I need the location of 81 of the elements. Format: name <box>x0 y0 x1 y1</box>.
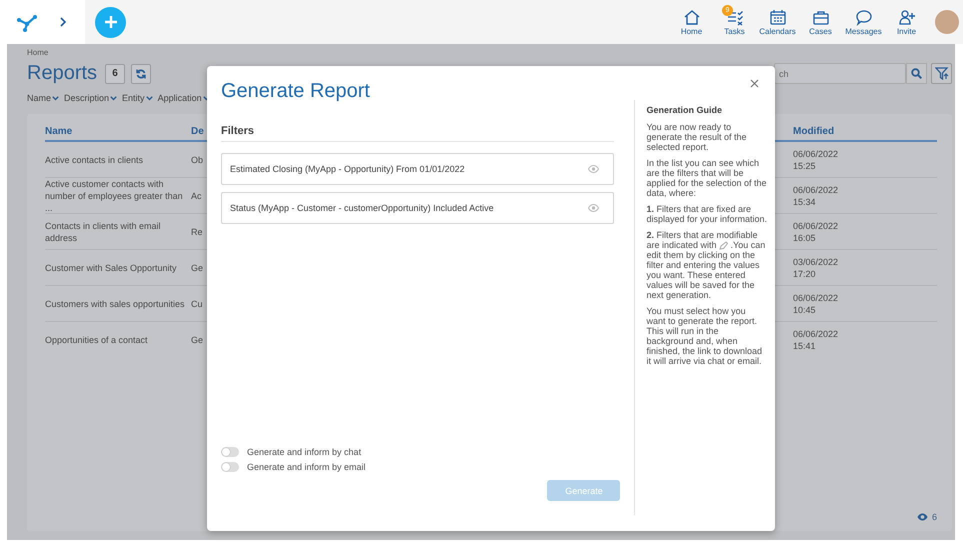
filter-button[interactable] <box>931 63 952 84</box>
table-cell-text: Cu <box>191 298 204 310</box>
section-heading: Filters <box>221 125 614 142</box>
table-cell-text: 10:45 <box>793 304 817 316</box>
refresh-icon <box>136 68 146 78</box>
chevron-down-icon <box>52 96 60 100</box>
toggle-label: Generate and inform by email <box>247 462 366 472</box>
chevron-right-icon[interactable] <box>60 17 66 27</box>
toggle-label: Generate and inform by chat <box>247 447 362 457</box>
table-cell-text: 17:20 <box>793 268 817 280</box>
table-cell-text: Opportunities of a contact <box>45 334 149 346</box>
avatar[interactable] <box>935 10 959 34</box>
table-cell-text: Customers with sales opportunities <box>45 298 186 310</box>
nav-button[interactable]: Home <box>671 8 712 36</box>
table-cell-text: 16:05 <box>793 232 817 244</box>
filter-text: Estimated Closing (MyApp - Opportunity) From 01/01/2022 <box>230 164 465 174</box>
guide-text: 1. Filters that are fixed are displayed for your information. <box>646 204 767 224</box>
home-icon <box>682 8 700 26</box>
add-button[interactable] <box>95 6 126 38</box>
nav-button[interactable]: Calendars <box>757 8 798 36</box>
filter-icon <box>934 67 948 80</box>
sort-field-button[interactable]: Name <box>27 93 60 103</box>
table-cell-text: 15:25 <box>793 160 817 172</box>
table-cell-text: Ac <box>191 190 203 202</box>
guide-text: You must select how you want to generate the report. This will run in the background and, when finished, the link to download it will arrive via chat or email. <box>646 306 764 366</box>
checklist-icon <box>726 8 744 26</box>
table-cell-text: 06/06/2022 <box>793 184 840 196</box>
breadcrumb-link[interactable]: Home <box>27 48 48 57</box>
table-cell-text: Ge <box>191 262 204 274</box>
nav-button[interactable]: Messages <box>843 8 884 36</box>
nav-button[interactable]: Invite <box>886 8 927 36</box>
table-cell-text: Active customer contacts with number of employees greater than ... <box>45 178 184 214</box>
column-header[interactable]: Modified <box>793 126 937 137</box>
sort-field-button[interactable]: Description <box>64 93 118 103</box>
table-cell-text: Ge <box>191 334 204 346</box>
column-header[interactable]: Name <box>45 126 191 137</box>
search-button[interactable] <box>906 63 927 84</box>
table-cell-text: 15:41 <box>793 340 817 352</box>
table-cell-text: 06/06/2022 <box>793 148 840 160</box>
eye-icon <box>588 165 600 173</box>
guide-text: In the list you can see which are the filters that will be applied for the selection of the data, where: <box>646 158 767 198</box>
search-field[interactable]: ch <box>774 63 906 84</box>
guide-heading: Generation Guide <box>646 105 722 115</box>
toggle-switch[interactable] <box>221 462 239 472</box>
table-cell-text: 06/06/2022 <box>793 220 840 232</box>
table-cell-text: 06/06/2022 <box>793 292 840 304</box>
eye-icon <box>588 204 600 212</box>
plus-icon <box>104 15 118 29</box>
page-title: Reports <box>27 62 98 85</box>
search-icon <box>911 68 922 79</box>
chevron-down-icon <box>110 96 118 100</box>
table-cell-text: 06/06/2022 <box>793 328 840 340</box>
table-cell-text: Ob <box>191 154 204 166</box>
filter-field[interactable]: Estimated Closing (MyApp - Opportunity) From 01/01/2022 <box>221 153 614 185</box>
guide-text: You are now ready to generate the result of the selected report. <box>646 122 748 152</box>
toggle-switch[interactable] <box>221 447 239 457</box>
close-icon <box>750 79 759 88</box>
eye-icon <box>916 513 928 521</box>
filter-field[interactable]: Status (MyApp - Customer - customerOpportunity) Included Active <box>221 192 614 224</box>
item-count: 6 <box>932 512 937 522</box>
add-person-icon <box>898 8 916 26</box>
table-cell-text: Contacts in clients with email address <box>45 220 162 244</box>
logo-icon[interactable] <box>16 12 38 32</box>
dialog-title: Generate Report <box>221 80 370 103</box>
nav-button[interactable]: Cases <box>800 8 841 36</box>
briefcase-icon <box>812 8 830 26</box>
calendar-icon <box>768 8 786 26</box>
table-cell-text: Re <box>191 226 204 238</box>
refresh-button[interactable] <box>131 64 152 84</box>
table-cell-text: Customer with Sales Opportunity <box>45 262 178 274</box>
count-badge: 6 <box>105 64 126 84</box>
speech-bubble-icon <box>854 8 872 26</box>
pencil-icon <box>719 241 728 250</box>
filter-text: Status (MyApp - Customer - customerOpportunity) Included Active <box>230 203 494 213</box>
close-button[interactable] <box>750 79 759 88</box>
table-cell-text: Active contacts in clients <box>45 154 144 166</box>
chevron-down-icon <box>146 96 153 100</box>
guide-text: 2. Filters that are modifiable are indicated with .You can edit them by clicking on the filter and entering the values you want. These entered values will be saved for the next generation. <box>646 230 766 300</box>
table-cell-text: 03/06/2022 <box>793 256 840 268</box>
sort-field-button[interactable]: Entity <box>122 93 153 103</box>
table-cell-text: 15:34 <box>793 196 817 208</box>
